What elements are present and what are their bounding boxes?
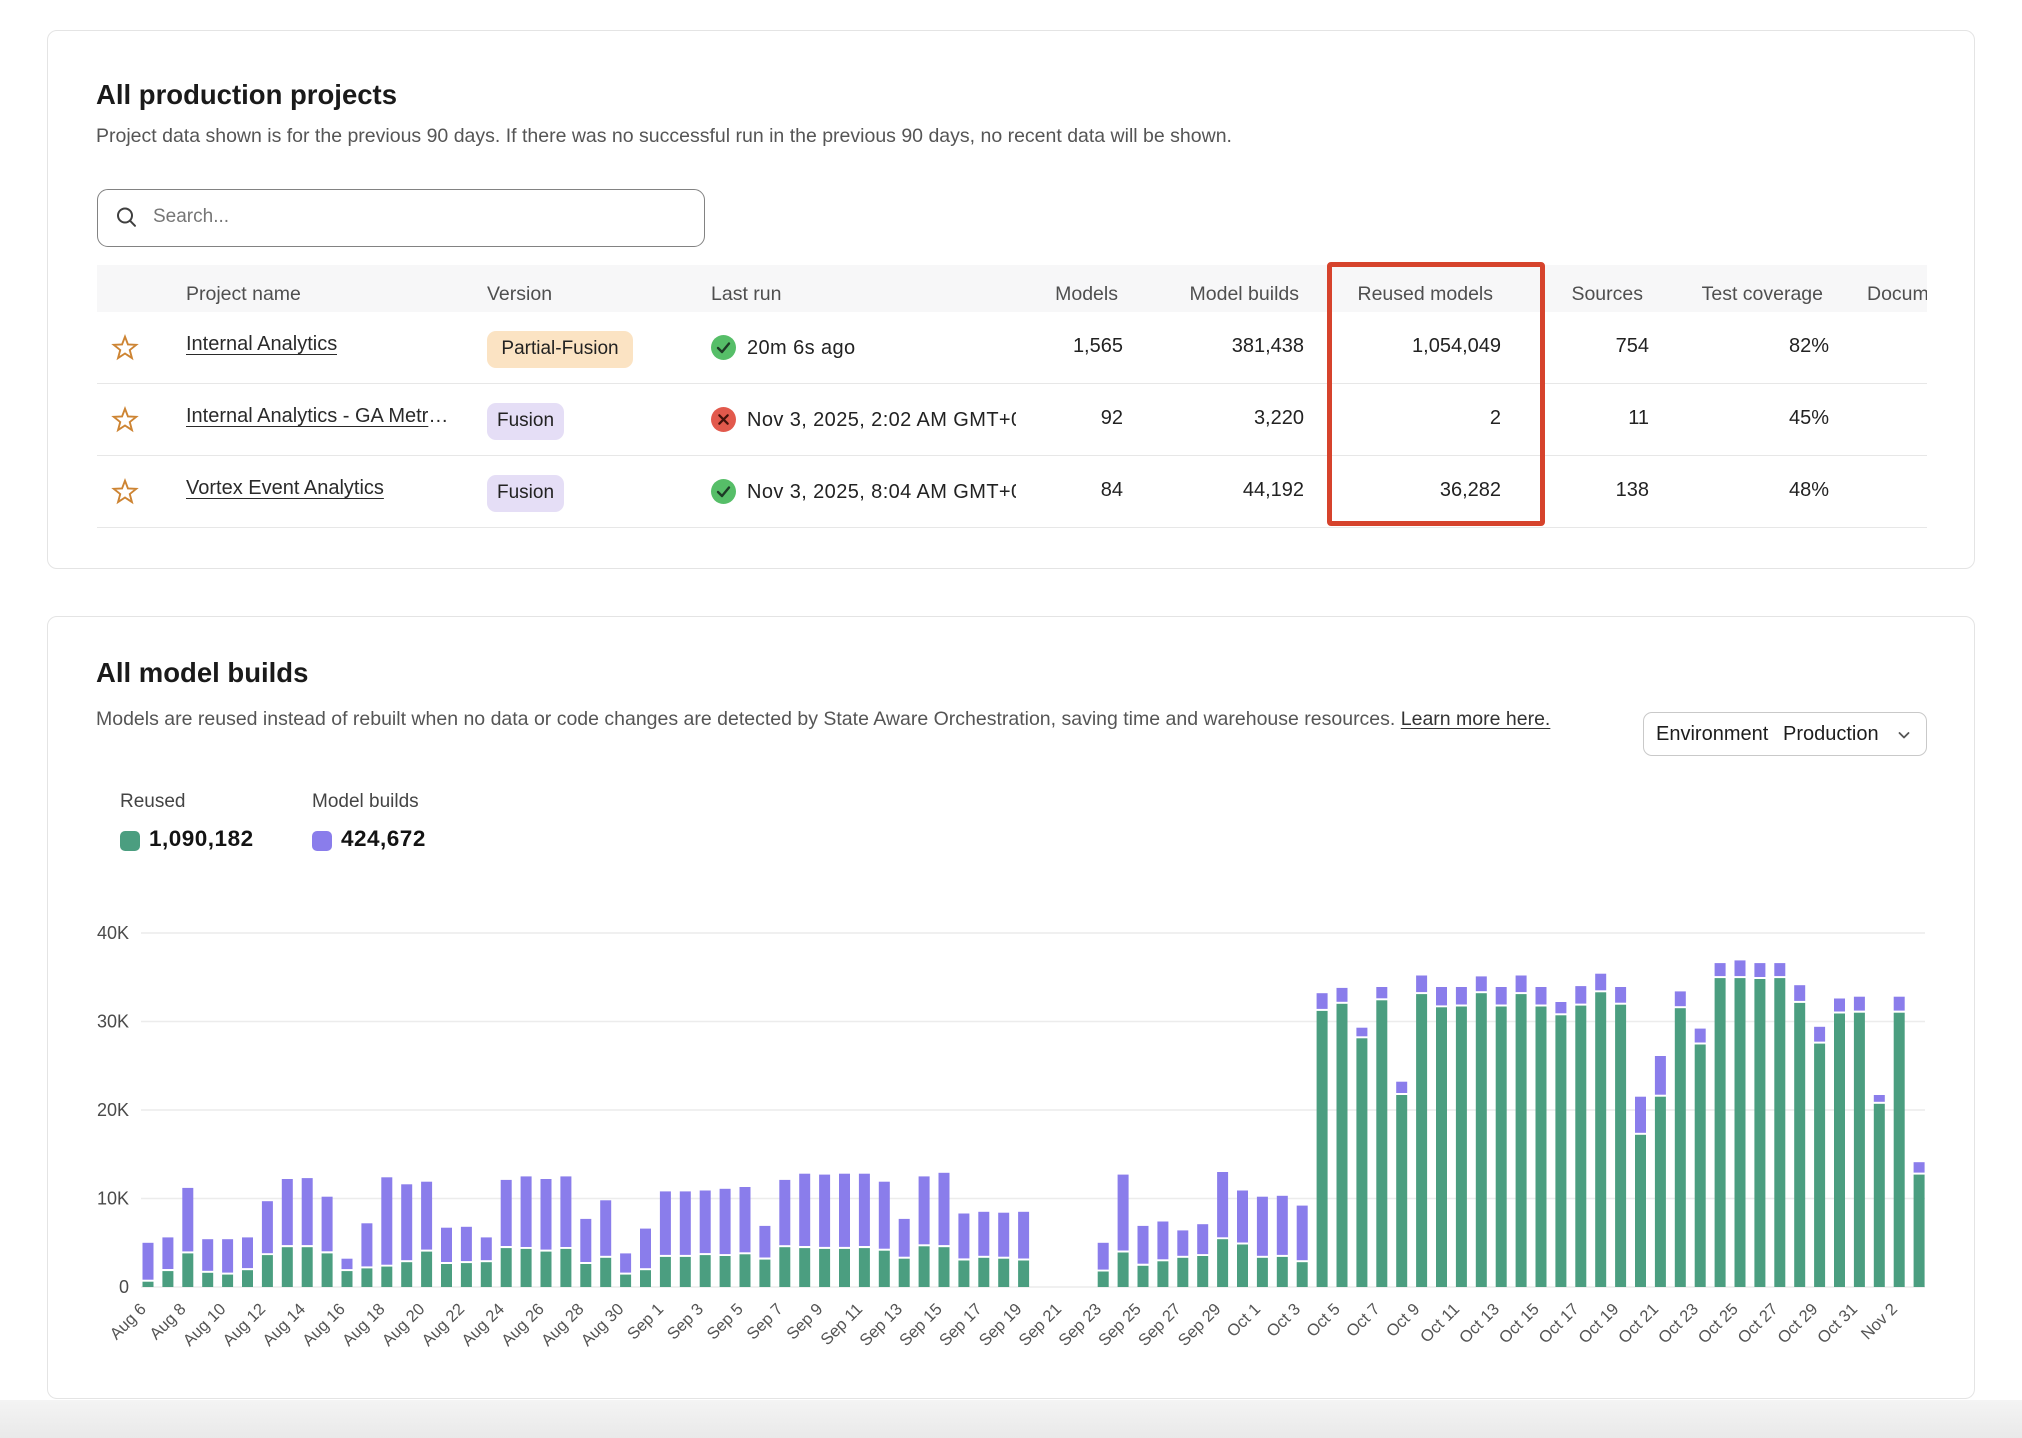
svg-text:Sep 3: Sep 3 [664,1300,707,1343]
svg-text:Aug 20: Aug 20 [379,1300,429,1350]
svg-text:10K: 10K [97,1189,129,1209]
svg-text:Aug 24: Aug 24 [458,1300,508,1350]
svg-text:Sep 23: Sep 23 [1055,1300,1105,1350]
svg-text:Sep 5: Sep 5 [704,1300,747,1343]
svg-text:Oct 1: Oct 1 [1224,1300,1265,1341]
svg-text:Sep 27: Sep 27 [1135,1300,1185,1350]
svg-text:Aug 22: Aug 22 [419,1300,469,1350]
svg-text:Aug 18: Aug 18 [339,1300,389,1350]
svg-text:Oct 13: Oct 13 [1456,1300,1503,1347]
svg-text:Aug 26: Aug 26 [498,1300,548,1350]
svg-text:Nov 2: Nov 2 [1858,1300,1901,1343]
svg-text:Sep 29: Sep 29 [1175,1300,1225,1350]
svg-text:Aug 14: Aug 14 [259,1300,309,1350]
svg-text:Sep 17: Sep 17 [936,1300,986,1350]
svg-text:0: 0 [119,1277,129,1297]
svg-text:Oct 3: Oct 3 [1263,1300,1304,1341]
svg-text:Aug 16: Aug 16 [299,1300,349,1350]
svg-text:Oct 11: Oct 11 [1417,1300,1463,1346]
svg-text:Sep 21: Sep 21 [1016,1300,1066,1350]
svg-text:Sep 11: Sep 11 [817,1300,866,1349]
svg-text:Aug 10: Aug 10 [180,1300,230,1350]
svg-text:Aug 12: Aug 12 [220,1300,270,1350]
svg-text:Oct 27: Oct 27 [1735,1300,1782,1347]
svg-text:Oct 25: Oct 25 [1695,1300,1742,1347]
svg-text:Aug 30: Aug 30 [578,1300,628,1350]
svg-text:Oct 23: Oct 23 [1655,1300,1702,1347]
svg-text:20K: 20K [97,1100,129,1120]
svg-text:Oct 17: Oct 17 [1536,1300,1583,1347]
svg-text:Sep 19: Sep 19 [976,1300,1026,1350]
svg-text:Oct 29: Oct 29 [1774,1300,1821,1347]
svg-text:40K: 40K [97,923,129,943]
svg-text:Oct 5: Oct 5 [1303,1300,1344,1341]
svg-text:Oct 31: Oct 31 [1814,1300,1861,1347]
svg-text:Sep 15: Sep 15 [896,1300,946,1350]
svg-text:Oct 7: Oct 7 [1343,1300,1384,1341]
svg-text:Aug 28: Aug 28 [538,1300,588,1350]
svg-text:Oct 19: Oct 19 [1575,1300,1622,1347]
svg-text:Sep 25: Sep 25 [1095,1300,1145,1350]
svg-text:Oct 15: Oct 15 [1496,1300,1543,1347]
svg-text:Sep 13: Sep 13 [856,1300,906,1350]
svg-text:Sep 1: Sep 1 [624,1300,667,1343]
svg-text:30K: 30K [97,1012,129,1032]
svg-text:Aug 6: Aug 6 [107,1300,150,1343]
svg-text:Sep 7: Sep 7 [743,1300,786,1343]
svg-text:Oct 21: Oct 21 [1615,1300,1662,1347]
